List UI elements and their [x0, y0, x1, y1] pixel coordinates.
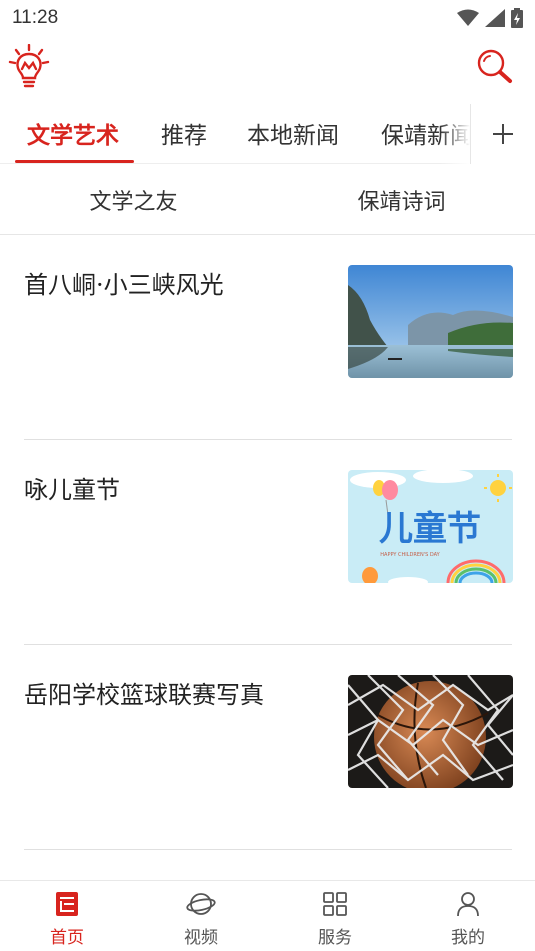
bottom-navigation: 首页 视频 服务 我的 — [0, 880, 535, 951]
signal-icon — [485, 9, 505, 27]
divider — [24, 439, 512, 440]
status-time: 11:28 — [12, 7, 59, 28]
article-thumbnail — [348, 265, 513, 378]
poster-sub-text: HAPPY CHILDREN'S DAY — [380, 552, 440, 558]
subtab-literature-friends[interactable]: 文学之友 — [0, 184, 267, 216]
poster-main-text: 儿童节 — [379, 509, 481, 549]
nav-label: 我的 — [451, 928, 485, 948]
article-title: 岳阳学校篮球联赛写真 — [24, 681, 264, 709]
wifi-icon — [457, 9, 479, 26]
article-thumbnail: 儿童节 HAPPY CHILDREN'S DAY — [348, 470, 513, 583]
nav-video[interactable]: 视频 — [134, 881, 268, 951]
list-item[interactable]: 咏儿童节 儿童节 HAPPY CHILDREN'S DAY — [0, 441, 535, 646]
services-grid-icon — [323, 892, 347, 916]
video-planet-icon — [186, 893, 216, 915]
tab-recommend[interactable]: 推荐 — [161, 116, 207, 150]
home-icon — [56, 892, 78, 916]
subtab-baojing-poetry[interactable]: 保靖诗词 — [268, 184, 535, 216]
lightbulb-logo-icon[interactable] — [8, 44, 50, 90]
tab-local-news[interactable]: 本地新闻 — [247, 116, 339, 150]
profile-icon — [457, 892, 479, 917]
tab-literature-art[interactable]: 文学艺术 — [27, 116, 119, 150]
landscape-lake-photo — [348, 265, 513, 378]
search-icon[interactable] — [476, 48, 514, 86]
status-bar: 11:28 — [0, 0, 535, 36]
nav-services[interactable]: 服务 — [268, 881, 402, 951]
list-item[interactable]: 首八峒·小三峡风光 — [0, 236, 535, 441]
nav-label: 首页 — [50, 928, 84, 948]
article-title: 咏儿童节 — [24, 476, 120, 504]
add-channel-button[interactable] — [470, 104, 535, 164]
childrens-day-poster: 儿童节 HAPPY CHILDREN'S DAY — [348, 470, 513, 583]
channel-tabs-scroller[interactable]: 文学艺术 推荐 本地新闻 保靖新闻 — [0, 104, 470, 164]
basketball-net-photo — [348, 675, 513, 788]
article-title: 首八峒·小三峡风光 — [24, 271, 224, 299]
active-tab-indicator — [15, 160, 134, 163]
divider — [24, 644, 512, 645]
channel-tabs: 文学艺术 推荐 本地新闻 保靖新闻 — [0, 104, 535, 164]
divider — [24, 849, 512, 850]
list-item[interactable]: 岳阳学校篮球联赛写真 — [0, 646, 535, 851]
status-icons — [457, 8, 523, 28]
nav-label: 视频 — [184, 928, 218, 948]
nav-profile[interactable]: 我的 — [401, 881, 535, 951]
nav-label: 服务 — [318, 928, 352, 948]
battery-icon — [511, 8, 523, 28]
article-thumbnail — [348, 675, 513, 788]
sub-tabs: 文学之友 保靖诗词 — [0, 164, 535, 235]
app-header — [0, 38, 535, 96]
nav-home[interactable]: 首页 — [0, 881, 134, 951]
plus-icon — [493, 124, 513, 144]
